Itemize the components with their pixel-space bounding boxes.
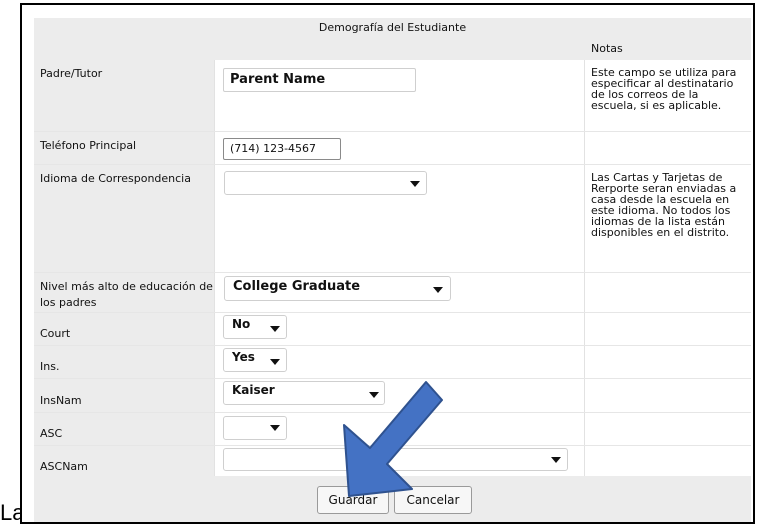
ascnam-note: [585, 446, 751, 476]
asc-label: ASC: [34, 413, 214, 445]
court-select[interactable]: No: [223, 315, 287, 339]
chevron-down-icon: [270, 425, 280, 431]
ins-select[interactable]: Yes: [223, 348, 287, 372]
chevron-down-icon: [433, 287, 443, 293]
ins-cell: Yes: [214, 346, 585, 378]
chevron-down-icon: [270, 359, 280, 365]
header-spacer: [34, 38, 585, 60]
education-note: [585, 273, 751, 312]
education-value: College Graduate: [233, 279, 361, 294]
education-select[interactable]: College Graduate: [224, 276, 451, 301]
education-label: Nivel más alto de educación de los padre…: [34, 273, 214, 312]
language-label: Idioma de Correspondencia: [34, 165, 214, 272]
insnam-note: [585, 379, 751, 412]
language-note: Las Cartas y Tarjetas de Rerporte seran …: [585, 165, 751, 272]
court-value: No: [232, 317, 251, 331]
insnam-value: Kaiser: [232, 383, 275, 397]
form-title: Demografía del Estudiante: [34, 18, 751, 38]
court-cell: No: [214, 313, 585, 345]
court-note: [585, 313, 751, 345]
parent-note: Este campo se utiliza para especificar a…: [585, 60, 751, 131]
notes-column-header: Notas: [585, 38, 751, 60]
row-ins: Ins. Yes: [34, 346, 751, 379]
asc-note: [585, 413, 751, 445]
language-cell: [214, 165, 585, 272]
parent-name-input[interactable]: Parent Name: [223, 68, 416, 92]
row-court: Court No: [34, 313, 751, 346]
ins-label: Ins.: [34, 346, 214, 378]
education-cell: College Graduate: [214, 273, 585, 312]
row-parent: Padre/Tutor Parent Name Este campo se ut…: [34, 60, 751, 132]
arrow-annotation: [343, 381, 443, 497]
parent-cell: Parent Name: [214, 60, 585, 131]
ins-note: [585, 346, 751, 378]
parent-label: Padre/Tutor: [34, 60, 214, 131]
phone-label: Teléfono Principal: [34, 132, 214, 164]
insnam-label: InsNam: [34, 379, 214, 412]
court-label: Court: [34, 313, 214, 345]
asc-select[interactable]: [223, 416, 287, 440]
ascnam-label: ASCNam: [34, 446, 214, 476]
row-education: Nivel más alto de educación de los padre…: [34, 273, 751, 313]
language-select[interactable]: [224, 171, 427, 195]
row-language: Idioma de Correspondencia Las Cartas y T…: [34, 165, 751, 273]
chevron-down-icon: [270, 326, 280, 332]
chevron-down-icon: [410, 181, 420, 187]
phone-cell: (714) 123-4567: [214, 132, 585, 164]
ins-value: Yes: [232, 350, 255, 364]
pointer-arrow-shape: [343, 381, 443, 497]
chevron-down-icon: [551, 457, 561, 463]
phone-note: [585, 132, 751, 164]
row-phone: Teléfono Principal (714) 123-4567: [34, 132, 751, 165]
phone-input[interactable]: (714) 123-4567: [223, 138, 341, 160]
